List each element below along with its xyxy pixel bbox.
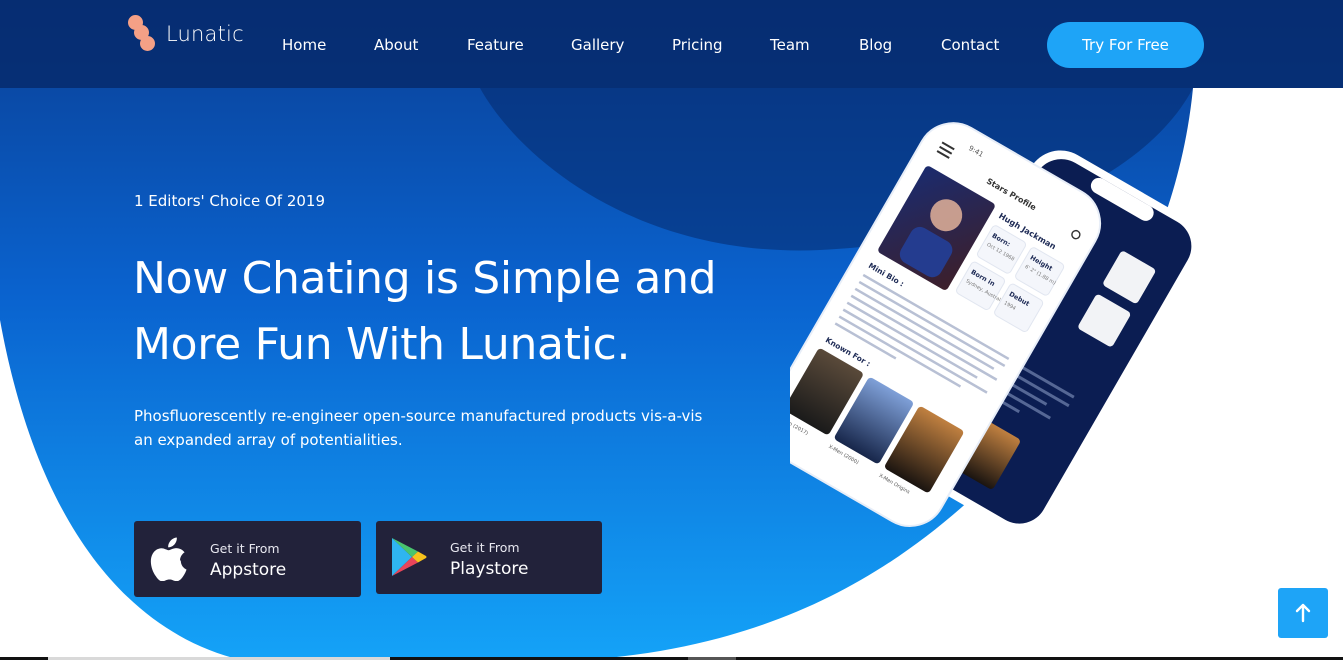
- nav-team[interactable]: Team: [770, 36, 810, 54]
- playstore-small-label: Get it From: [450, 540, 520, 555]
- nav-home[interactable]: Home: [282, 36, 326, 54]
- phone-mockup: 9:41 Stars Profile Hugh Jackman Born: Oc…: [762, 110, 1230, 550]
- scroll-to-top-button[interactable]: [1278, 588, 1328, 638]
- playstore-button[interactable]: Get it From Playstore: [376, 521, 602, 594]
- appstore-button[interactable]: Get it From Appstore: [134, 521, 361, 597]
- headline-line-2: More Fun With Lunatic.: [133, 319, 631, 370]
- appstore-big-label: Appstore: [210, 560, 287, 580]
- google-play-icon: [391, 537, 427, 582]
- arrow-up-icon: [1295, 603, 1311, 623]
- nav-about[interactable]: About: [374, 36, 418, 54]
- appstore-small-label: Get it From: [210, 541, 280, 556]
- headline-line-1: Now Chating is Simple and: [133, 253, 717, 304]
- try-for-free-button[interactable]: Try For Free: [1047, 22, 1204, 68]
- nav-gallery[interactable]: Gallery: [571, 36, 624, 54]
- nav-feature[interactable]: Feature: [467, 36, 524, 54]
- hero-headline: Now Chating is Simple and More Fun With …: [133, 246, 773, 378]
- nav-blog[interactable]: Blog: [859, 36, 892, 54]
- hero-eyebrow: 1 Editors' Choice Of 2019: [134, 192, 326, 210]
- nav-contact[interactable]: Contact: [941, 36, 999, 54]
- playstore-big-label: Playstore: [450, 559, 529, 579]
- nav-pricing[interactable]: Pricing: [672, 36, 723, 54]
- hero-description: Phosfluorescently re-engineer open-sourc…: [134, 407, 703, 449]
- apple-icon: [149, 537, 187, 586]
